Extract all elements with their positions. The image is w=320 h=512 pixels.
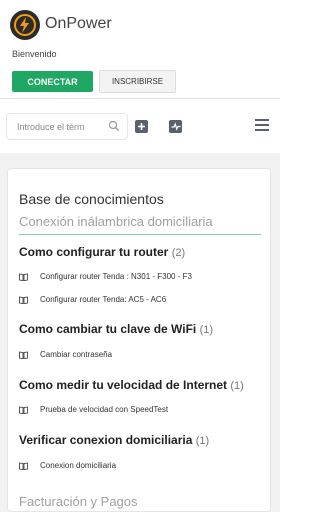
lightning-icon: [14, 14, 36, 36]
category-wifi-password[interactable]: Como cambiar tu clave de WiFi (1): [19, 322, 213, 336]
category-title[interactable]: Como medir tu velocidad de Internet: [19, 378, 227, 392]
category-title[interactable]: Verificar conexion domiciliaria: [19, 433, 192, 447]
section-divider: [19, 234, 261, 235]
category-count: (1): [230, 380, 244, 392]
brand-name: OnPower: [45, 15, 112, 32]
connect-button[interactable]: CONECTAR: [12, 71, 93, 92]
signup-button[interactable]: INSCRIBIRSE: [99, 70, 176, 93]
section-title: Conexión inálambrica domiciliaria: [19, 214, 213, 229]
article-title[interactable]: Prueba de velocidad con SpeedTest: [40, 405, 168, 414]
book-icon: [19, 296, 28, 304]
search-icon[interactable]: [108, 120, 120, 132]
welcome-text: Bienvenido: [12, 49, 57, 59]
article-title[interactable]: Configurar router Tenda: AC5 - AC6: [40, 295, 166, 304]
toolbar: Introduce el térm: [0, 98, 280, 153]
article-link[interactable]: Configurar router Tenda : N301 - F300 - …: [19, 272, 192, 281]
add-icon[interactable]: [135, 120, 148, 133]
book-icon: [19, 462, 28, 470]
book-icon: [19, 273, 28, 281]
category-count: (1): [199, 324, 214, 336]
article-link[interactable]: Prueba de velocidad con SpeedTest: [19, 405, 168, 414]
search-placeholder: Introduce el térm: [17, 122, 85, 132]
category-router-config[interactable]: Como configurar tu router (2): [19, 245, 185, 259]
article-title[interactable]: Conexion domiciliaria: [40, 461, 116, 470]
kb-title: Base de conocimientos: [19, 191, 164, 207]
article-title[interactable]: Configurar router Tenda : N301 - F300 - …: [40, 272, 192, 281]
knowledge-base-card: Base de conocimientos Conexión inálambri…: [7, 168, 271, 512]
category-count: (2): [171, 247, 186, 259]
category-title[interactable]: Como configurar tu router: [19, 245, 168, 259]
article-link[interactable]: Configurar router Tenda: AC5 - AC6: [19, 295, 166, 304]
hamburger-menu-icon[interactable]: [255, 119, 269, 131]
category-title[interactable]: Como cambiar tu clave de WiFi: [19, 322, 196, 336]
book-icon: [19, 351, 28, 359]
section-title-billing: Facturación y Pagos: [19, 494, 138, 509]
book-icon: [19, 406, 28, 414]
search-input[interactable]: Introduce el térm: [6, 113, 128, 140]
onpower-logo[interactable]: [10, 10, 40, 40]
activity-icon[interactable]: [169, 120, 182, 133]
category-speed-test[interactable]: Como medir tu velocidad de Internet (1): [19, 378, 244, 392]
article-link[interactable]: Cambiar contraseña: [19, 350, 112, 359]
article-title[interactable]: Cambiar contraseña: [40, 350, 112, 359]
category-home-connection[interactable]: Verificar conexion domiciliaria (1): [19, 433, 209, 447]
category-count: (1): [195, 435, 210, 447]
header: OnPower Bienvenido CONECTAR INSCRIBIRSE: [0, 0, 280, 98]
article-link[interactable]: Conexion domiciliaria: [19, 461, 116, 470]
